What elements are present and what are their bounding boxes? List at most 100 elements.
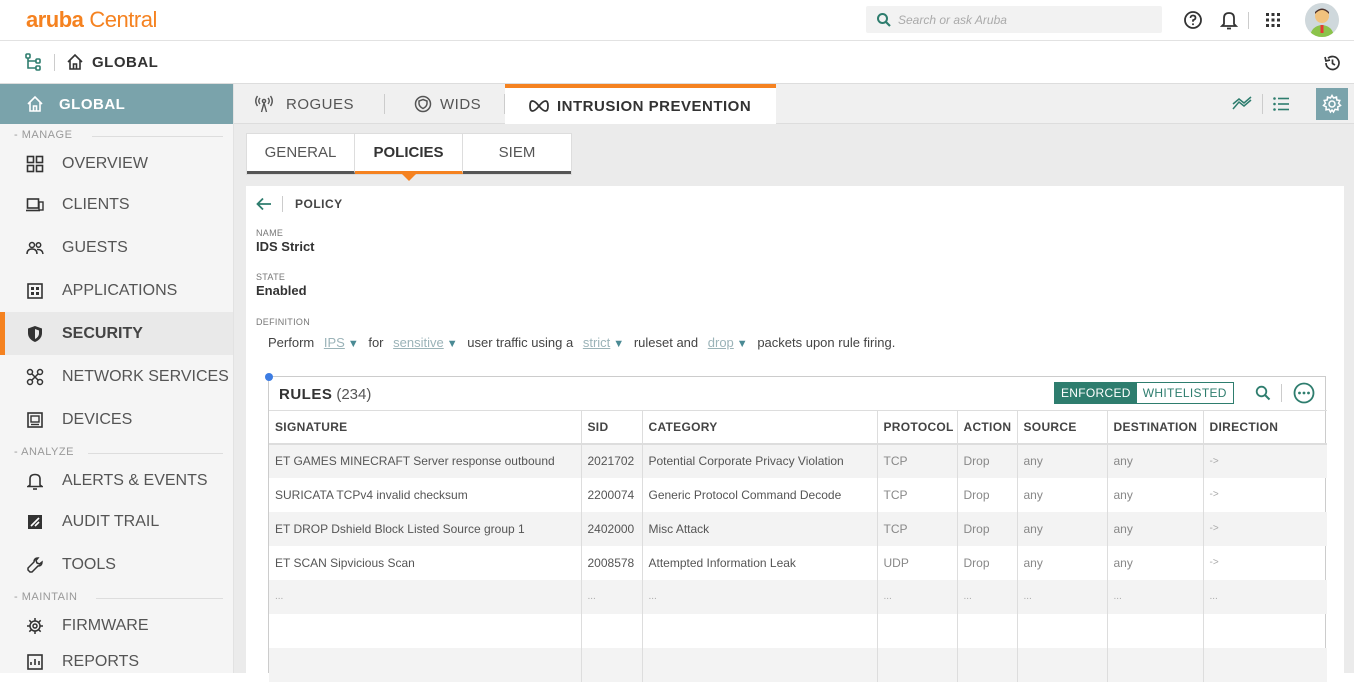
traffic-dropdown[interactable]: sensitive [393,335,444,350]
sidebar-item-alerts-events[interactable]: ALERTS & EVENTS [0,462,233,500]
policy-panel: POLICY NAME IDS Strict STATE Enabled DEF… [246,186,1344,682]
toolbar-divider [1281,384,1282,402]
context-title[interactable]: GLOBAL [92,54,158,71]
sidebar-item-tools[interactable]: TOOLS [0,543,233,586]
column-header-action[interactable]: ACTION [957,410,1018,445]
main-content: ROGUES WIDS INTRUSION PREVENTION GENERAL… [234,84,1354,682]
sidebar-item-network-services[interactable]: NETWORK SERVICES [0,355,233,398]
table-row[interactable]: ET GAMES MINECRAFT Server response outbo… [269,443,1327,478]
column-header-source[interactable]: SOURCE [1017,410,1108,445]
tab-rogues[interactable]: ROGUES [254,84,354,124]
aruba-logo[interactable]: aruba Central [26,7,157,33]
state-label: STATE [256,272,286,282]
bell-icon [26,472,44,490]
column-header-signature[interactable]: SIGNATURE [269,410,582,445]
section-analyze: - ANALYZE [0,446,233,462]
firmware-icon [26,617,44,635]
policy-subtabs: GENERAL POLICIES SIEM [246,133,572,181]
sidebar-item-security[interactable]: SECURITY [0,312,233,355]
column-header-destination[interactable]: DESTINATION [1107,410,1204,445]
column-header-category[interactable]: CATEGORY [642,410,878,445]
sidebar: GLOBAL - MANAGE OVERVIEW CLIENTS GUESTS … [0,84,234,673]
breadcrumb: POLICY [256,196,343,212]
tab-intrusion-prevention[interactable]: INTRUSION PREVENTION [505,84,776,124]
name-label: NAME [256,228,284,238]
tab-wids[interactable]: WIDS [414,84,481,124]
definition-label: DEFINITION [256,317,310,327]
policy-header: POLICY [295,197,343,211]
sidebar-item-overview[interactable]: OVERVIEW [0,145,233,183]
enforced-toggle[interactable]: ENFORCED [1055,383,1137,403]
audit-trail-icon [26,513,44,531]
antenna-icon [255,95,273,113]
whitelisted-toggle[interactable]: WHITELISTED [1136,383,1233,403]
toolbar-divider [1262,94,1263,114]
rules-title: RULES (234) [279,386,372,403]
table-row[interactable]: ET SCAN Sipvicious Scan 2008578 Attempte… [269,545,1327,580]
more-options-icon[interactable] [1293,382,1315,409]
resize-handle[interactable] [265,373,273,381]
hierarchy-icon[interactable] [24,53,42,76]
sidebar-item-reports[interactable]: REPORTS [0,645,233,679]
column-header-sid[interactable]: SID [581,410,643,445]
sidebar-item-firmware[interactable]: FIRMWARE [0,607,233,645]
top-bar: aruba Central Search or ask Aruba [0,0,1354,41]
infinity-icon [529,100,549,112]
sidebar-item-global[interactable]: GLOBAL [0,84,233,124]
sidebar-item-audit-trail[interactable]: AUDIT TRAIL [0,500,233,543]
tab-general[interactable]: GENERAL [247,134,355,174]
chevron-down-icon[interactable]: ▼ [447,338,458,350]
guests-icon [26,239,44,257]
sidebar-item-devices[interactable]: DEVICES [0,398,233,441]
table-row[interactable]: ET DROP Dshield Block Listed Source grou… [269,511,1327,546]
search-input[interactable]: Search or ask Aruba [866,6,1162,33]
search-icon [877,12,891,27]
sidebar-item-applications[interactable]: APPLICATIONS [0,269,233,312]
tab-policies[interactable]: POLICIES [355,134,463,181]
column-header-protocol[interactable]: PROTOCOL [877,410,958,445]
mode-dropdown[interactable]: IPS [324,335,345,350]
trend-icon[interactable] [1232,95,1252,118]
rules-table-card: RULES (234) ENFORCED WHITELISTED SIGNATUR… [265,373,1327,682]
chevron-down-icon[interactable]: ▼ [613,338,624,350]
chevron-down-icon[interactable]: ▼ [737,338,748,350]
rules-table: SIGNATURE SID CATEGORY PROTOCOL ACTION S… [269,410,1327,682]
table-row[interactable]: SURICATA TCPv4 invalid checksum 2200074 … [269,477,1327,512]
ruleset-dropdown[interactable]: strict [583,335,610,350]
tab-siem[interactable]: SIEM [463,134,571,174]
sidebar-item-clients[interactable]: CLIENTS [0,183,233,226]
history-icon[interactable] [1322,53,1342,78]
search-placeholder: Search or ask Aruba [898,12,1007,27]
home-icon[interactable] [66,53,84,76]
column-header-direction[interactable]: DIRECTION [1203,410,1327,445]
security-tabs: ROGUES WIDS INTRUSION PREVENTION [234,84,1354,124]
overview-icon [26,155,44,173]
clients-icon [26,196,44,214]
table-row-empty [269,613,1327,648]
shield-check-icon [414,95,432,113]
tab-divider [384,94,385,114]
context-bar: GLOBAL [0,41,1354,84]
action-dropdown[interactable]: drop [708,335,734,350]
list-icon[interactable] [1272,95,1290,118]
apps-grid-icon[interactable] [1262,9,1284,31]
context-divider [54,54,55,71]
back-arrow-icon[interactable] [256,197,272,211]
chevron-down-icon[interactable]: ▼ [348,338,359,350]
user-avatar[interactable] [1305,3,1339,37]
notification-bell-icon[interactable] [1218,9,1240,31]
definition-sentence: Perform IPS ▼ for sensitive ▼ user traffic… [268,335,896,350]
name-value: IDS Strict [256,239,315,254]
table-header-row: SIGNATURE SID CATEGORY PROTOCOL ACTION S… [269,410,1327,445]
section-manage: - MANAGE [0,129,233,145]
settings-gear-icon[interactable] [1316,88,1348,120]
help-icon[interactable] [1182,9,1204,31]
top-divider [1248,12,1249,29]
table-row[interactable]: ... ... ... ... ... ... ... ... [269,579,1327,614]
sidebar-item-guests[interactable]: GUESTS [0,226,233,269]
home-icon [27,95,43,112]
search-icon[interactable] [1255,385,1271,406]
state-value: Enabled [256,283,307,298]
rules-filter-toggle: ENFORCED WHITELISTED [1054,382,1234,404]
devices-icon [26,411,44,429]
